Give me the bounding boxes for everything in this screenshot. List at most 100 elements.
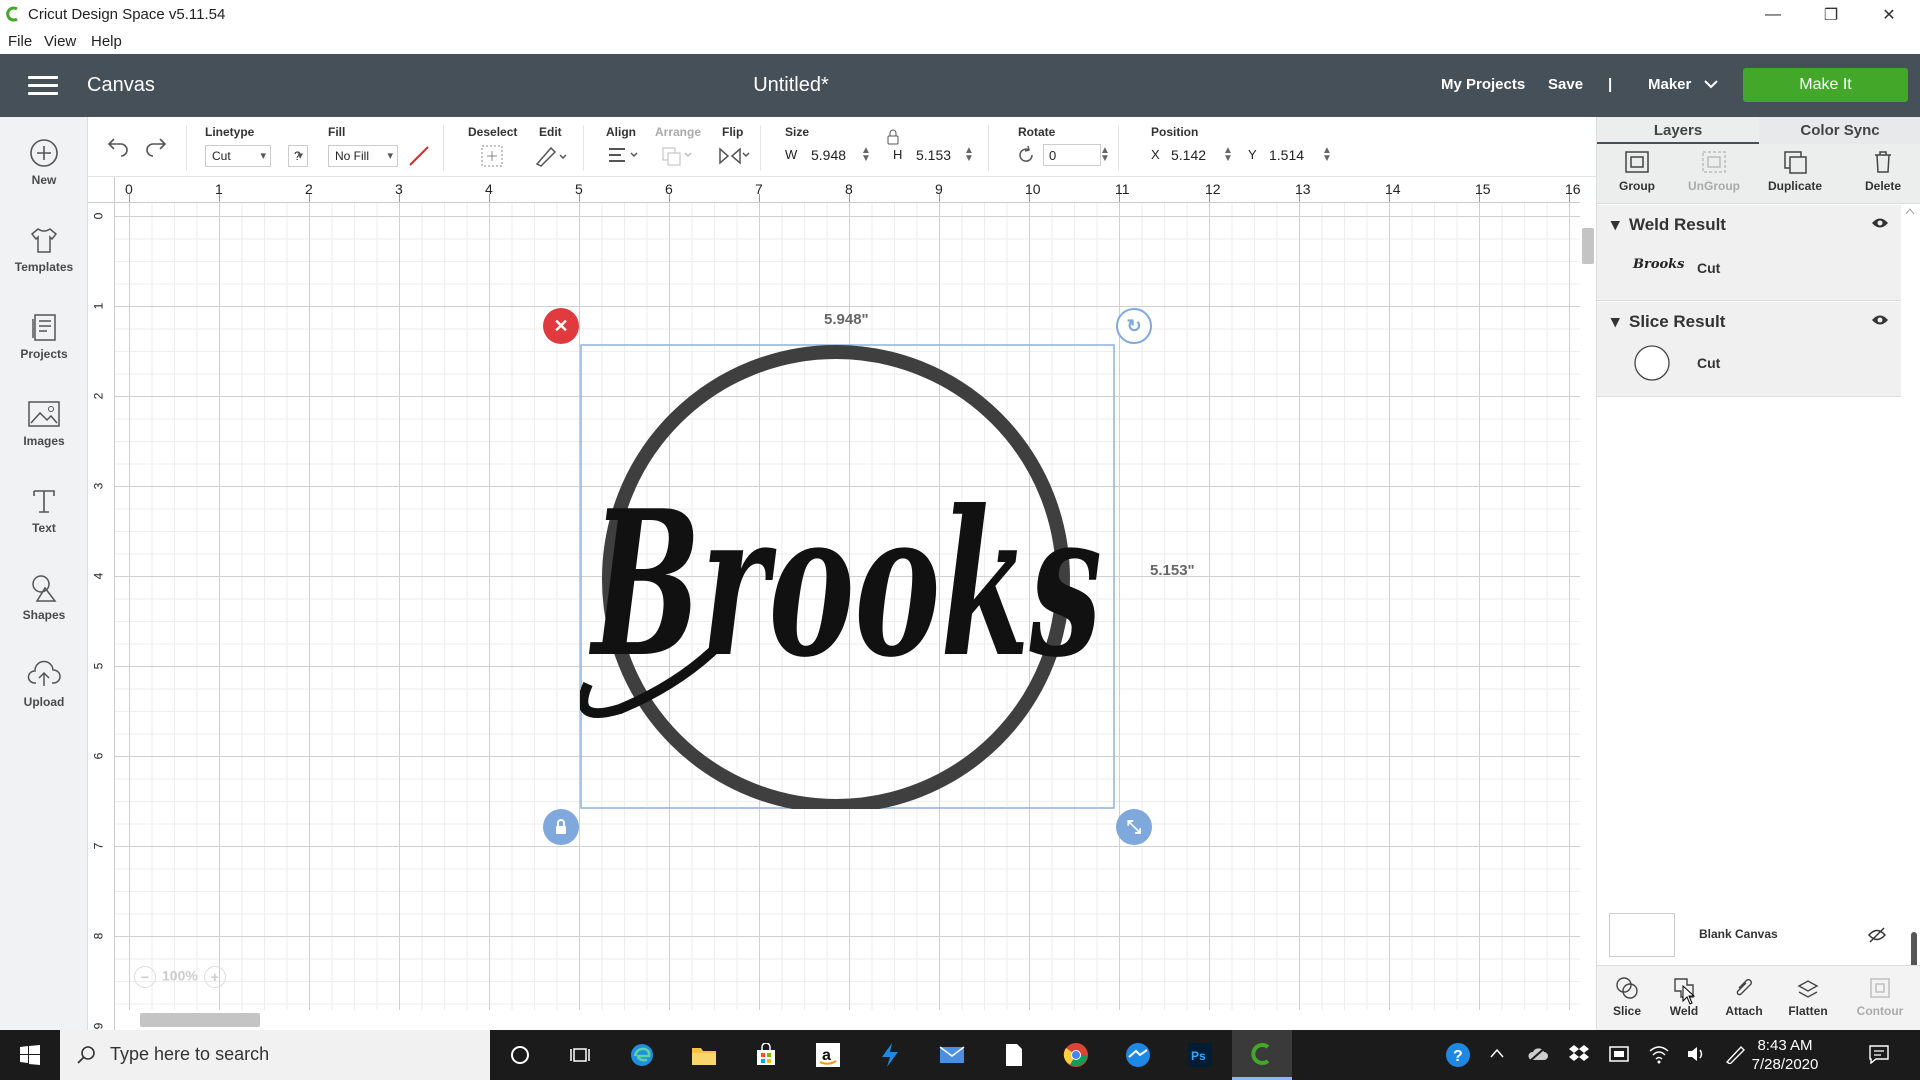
y-stepper[interactable]: ▲ ▼ xyxy=(1322,146,1332,164)
task-view-icon[interactable] xyxy=(550,1030,610,1080)
tab-color-sync[interactable]: Color Sync xyxy=(1759,117,1920,144)
delete-button[interactable]: Delete xyxy=(1853,150,1913,193)
height-input[interactable]: 5.153 xyxy=(916,147,951,163)
lock-icon[interactable] xyxy=(887,129,899,145)
document-icon[interactable] xyxy=(984,1030,1044,1080)
hamburger-menu-icon[interactable] xyxy=(28,76,58,96)
width-input[interactable]: 5.948 xyxy=(811,147,846,163)
sidebar-item-images[interactable]: Images xyxy=(0,398,88,448)
lock-handle-icon[interactable] xyxy=(543,809,579,845)
save-link[interactable]: Save xyxy=(1548,76,1583,93)
menu-file[interactable]: File xyxy=(8,33,32,50)
sidebar-label: Projects xyxy=(20,347,68,361)
delete-handle-icon[interactable]: ✕ xyxy=(543,308,579,344)
projects-icon xyxy=(32,314,56,341)
height-label: H xyxy=(893,147,903,162)
group-button[interactable]: Group xyxy=(1607,150,1667,193)
dropbox-tray-icon[interactable] xyxy=(1568,1044,1590,1064)
rotate-input[interactable]: 0 xyxy=(1043,144,1101,166)
edit-icon[interactable] xyxy=(534,144,568,168)
volume-icon[interactable] xyxy=(1686,1044,1708,1064)
sidebar-item-shapes[interactable]: Shapes xyxy=(0,572,88,622)
rotate-handle-icon[interactable]: ↻ xyxy=(1116,308,1152,344)
deselect-label: Deselect xyxy=(468,125,518,139)
x-stepper[interactable]: ▲ ▼ xyxy=(1223,146,1233,164)
cortana-icon[interactable] xyxy=(490,1030,550,1080)
tab-layers[interactable]: Layers xyxy=(1597,117,1759,144)
slice-button[interactable]: Slice xyxy=(1597,976,1657,1018)
chevron-up-icon[interactable] xyxy=(1490,1048,1504,1058)
device-tray-icon[interactable] xyxy=(1608,1044,1630,1064)
resize-handle-icon[interactable]: ⤡ xyxy=(1116,809,1152,845)
my-projects-link[interactable]: My Projects xyxy=(1441,76,1525,93)
ruler-tick xyxy=(1569,194,1570,202)
file-explorer-icon[interactable] xyxy=(674,1030,734,1080)
deselect-icon[interactable] xyxy=(480,144,504,168)
eye-icon[interactable] xyxy=(1871,314,1889,326)
zoom-out-button[interactable]: − xyxy=(134,966,156,988)
ruler-tick-label: 6 xyxy=(91,752,106,760)
rotate-stepper[interactable]: ▲ ▼ xyxy=(1100,146,1110,164)
linetype-help-button[interactable]: ? xyxy=(288,145,308,167)
width-stepper[interactable]: ▲ ▼ xyxy=(861,146,871,164)
vertical-scrollbar[interactable] xyxy=(1580,203,1596,1010)
x-input[interactable]: 5.142 xyxy=(1171,147,1206,163)
notifications-icon[interactable] xyxy=(1868,1044,1890,1064)
linetype-select[interactable]: Cut xyxy=(205,145,271,167)
mail-icon[interactable] xyxy=(922,1030,982,1080)
layer-thumbnail: Brooks xyxy=(1633,257,1685,272)
y-input[interactable]: 1.514 xyxy=(1269,147,1304,163)
mouse-cursor-icon xyxy=(1682,985,1696,1005)
height-stepper[interactable]: ▲ ▼ xyxy=(964,146,974,164)
panel-scrollbar[interactable] xyxy=(1901,207,1919,1016)
photoshop-icon[interactable]: Ps xyxy=(1170,1030,1230,1080)
horizontal-scrollbar[interactable] xyxy=(115,1010,1580,1030)
eye-icon[interactable] xyxy=(1871,217,1889,229)
restore-button[interactable]: ❐ xyxy=(1802,0,1860,30)
duplicate-button[interactable]: Duplicate xyxy=(1765,150,1825,193)
undo-icon[interactable] xyxy=(106,135,130,157)
close-window-button[interactable]: ✕ xyxy=(1860,0,1918,30)
tool-label: Slice xyxy=(1612,1004,1642,1018)
ruler-tick xyxy=(1389,194,1390,202)
sidebar-item-templates[interactable]: Templates xyxy=(0,224,88,274)
sidebar-item-text[interactable]: Text xyxy=(0,485,88,535)
zoom-in-button[interactable]: + xyxy=(203,966,226,988)
design-selection[interactable]: Brooks xyxy=(580,344,1115,809)
lightning-app-icon[interactable] xyxy=(860,1030,920,1080)
chrome-browser-icon[interactable] xyxy=(1046,1030,1106,1080)
minimize-button[interactable]: — xyxy=(1744,0,1802,30)
scroll-thumb[interactable] xyxy=(1582,228,1594,264)
flatten-button[interactable]: Flatten xyxy=(1778,976,1838,1018)
sidebar-item-projects[interactable]: Projects xyxy=(0,311,88,361)
flip-icon[interactable] xyxy=(716,145,752,167)
attach-button[interactable]: Attach xyxy=(1714,976,1774,1018)
system-clock[interactable]: 8:43 AM 7/28/2020 xyxy=(1740,1036,1830,1074)
amazon-icon[interactable]: a xyxy=(798,1030,858,1080)
no-fill-swatch-icon[interactable] xyxy=(408,145,430,167)
machine-select[interactable]: Maker xyxy=(1648,76,1718,93)
make-it-button[interactable]: Make It xyxy=(1743,68,1908,102)
menu-help[interactable]: Help xyxy=(91,33,122,50)
menu-view[interactable]: View xyxy=(44,33,76,50)
canvas-swatch[interactable] xyxy=(1609,913,1675,957)
fill-select[interactable]: No Fill xyxy=(328,145,398,167)
cricut-app-icon[interactable] xyxy=(1232,1030,1292,1080)
cloud-tray-icon[interactable] xyxy=(1527,1046,1549,1062)
start-button[interactable] xyxy=(0,1030,60,1080)
taskbar-search-box[interactable]: Type here to search xyxy=(60,1030,490,1080)
blank-canvas-row[interactable]: Blank Canvas xyxy=(1597,905,1920,965)
eye-hidden-icon[interactable] xyxy=(1867,927,1887,943)
store-icon[interactable] xyxy=(736,1030,796,1080)
layer-group-weld-result[interactable]: ▾ Weld Result Brooks Cut xyxy=(1597,205,1901,301)
wifi-icon[interactable] xyxy=(1648,1044,1670,1064)
sidebar-item-upload[interactable]: Upload xyxy=(0,659,88,709)
scroll-thumb[interactable] xyxy=(140,1013,260,1027)
help-tray-icon[interactable]: ? xyxy=(1445,1042,1471,1068)
sidebar-item-new[interactable]: New xyxy=(0,137,88,187)
align-icon[interactable] xyxy=(606,145,640,167)
messenger-app-icon[interactable] xyxy=(1108,1030,1168,1080)
redo-icon[interactable] xyxy=(144,135,168,157)
edge-browser-icon[interactable] xyxy=(612,1030,672,1080)
layer-group-slice-result[interactable]: ▾ Slice Result Cut xyxy=(1597,302,1901,397)
